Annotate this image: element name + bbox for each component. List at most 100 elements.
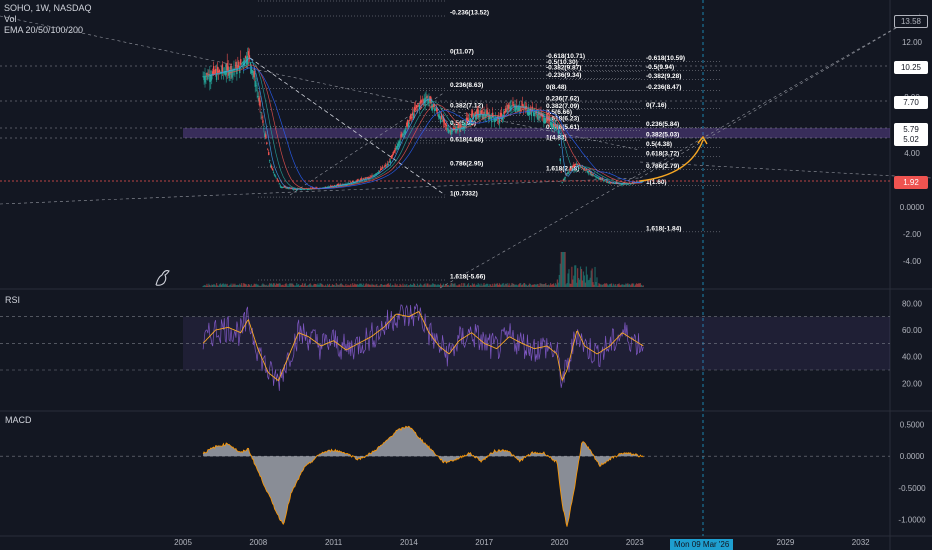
candle-body <box>379 170 381 172</box>
fib-level-label: 0.382(5.03) <box>646 131 679 138</box>
candle-body <box>265 134 267 139</box>
fib-level-label: -0.382(9.87) <box>546 65 581 72</box>
candle-body <box>212 66 215 74</box>
candle-body <box>268 160 271 162</box>
fib-level-label: 0(8.48) <box>546 84 567 91</box>
fib-level-label: 0.5(4.38) <box>646 141 672 148</box>
fib-level-label: -0.236(8.47) <box>646 84 681 91</box>
candle-body <box>583 168 586 170</box>
macd-title[interactable]: MACD <box>5 415 32 425</box>
candle-body <box>458 124 460 129</box>
candle-body <box>277 180 280 182</box>
candle-body <box>380 169 383 171</box>
target-zone <box>183 128 890 138</box>
candle-body <box>604 180 607 182</box>
candle-body <box>205 75 207 78</box>
candle-body <box>567 172 569 174</box>
trendline <box>639 161 932 179</box>
time-axis-tick: 2008 <box>249 538 267 547</box>
candle-body <box>278 183 281 185</box>
fib-level-label: 0.236(7.62) <box>546 96 579 103</box>
candle-body <box>251 70 254 74</box>
candle-body <box>260 111 262 113</box>
rsi-axis-tick: 80.00 <box>902 299 923 308</box>
macd-axis-tick: -0.5000 <box>898 484 926 493</box>
macd-axis-tick: -1.0000 <box>898 515 926 524</box>
chart-canvas[interactable]: -0.236(13.52)0(11.07)0.236(8.63)0.382(7.… <box>0 0 932 550</box>
fib-level-label: -0.618(10.59) <box>646 55 685 62</box>
volume-bar <box>642 285 644 287</box>
price-tag: 1.92 <box>894 175 928 189</box>
candle-body <box>230 65 232 70</box>
candle-body <box>474 111 477 114</box>
candle-body <box>568 171 570 173</box>
candle-body <box>261 116 263 118</box>
candle-body <box>477 109 479 115</box>
time-axis-tick: 2014 <box>400 538 418 547</box>
fib-level-label: 0.236(5.84) <box>646 121 679 128</box>
candle-body <box>206 72 208 76</box>
candle-body <box>409 114 412 120</box>
candle-body <box>421 101 423 103</box>
candle-body <box>416 105 419 107</box>
candle-body <box>558 144 561 146</box>
price-axis-tick: 0.0000 <box>900 203 925 212</box>
candle-body <box>339 183 341 185</box>
fib-level-label: 0.236(8.63) <box>450 82 483 89</box>
candle-body <box>410 117 413 119</box>
candle-body <box>257 95 259 98</box>
candle-body <box>247 51 250 56</box>
candle-body <box>221 64 224 72</box>
candle-body <box>263 128 265 130</box>
candle-body <box>387 164 390 165</box>
fib-level-label: -0.236(9.34) <box>546 72 581 79</box>
candle-body <box>467 119 470 121</box>
crosshair-date-label: Mon 09 Mar '26 <box>670 539 734 550</box>
candle-body <box>275 177 278 179</box>
candle-body <box>563 178 565 180</box>
volume-label[interactable]: Vol <box>4 14 92 25</box>
macd-axis-tick: 0.5000 <box>900 421 925 430</box>
ema-label[interactable]: EMA 20/50/100/200 <box>4 25 92 36</box>
price-tag: 10.25 <box>894 60 928 74</box>
candle-body <box>405 128 407 130</box>
candle-body <box>393 150 395 153</box>
candle-body <box>383 166 386 168</box>
fib-level-label: 1(0.7332) <box>450 191 478 198</box>
candle-body <box>481 109 483 115</box>
price-axis-tick: 4.00 <box>904 149 920 158</box>
fib-level-label: 0.618(4.68) <box>450 137 483 144</box>
price-tag: 5.02 <box>894 132 928 146</box>
time-axis-tick: 2032 <box>852 538 870 547</box>
time-axis-tick: 2023 <box>626 538 644 547</box>
price-axis-tick: 12.00 <box>902 38 923 47</box>
fib-level-label: 0.786(2.95) <box>450 161 483 168</box>
time-axis-tick: 2020 <box>551 538 569 547</box>
candle-body <box>391 154 393 157</box>
fib-level-label: -0.236(13.52) <box>450 10 489 17</box>
candle-body <box>513 104 515 106</box>
rsi-axis-tick: 60.00 <box>902 326 923 335</box>
candle-body <box>446 127 449 130</box>
candle-body <box>370 176 372 178</box>
candle-body <box>214 68 217 74</box>
candle-body <box>426 96 428 98</box>
symbol-label[interactable]: SOHO, 1W, NASDAQ <box>4 3 92 14</box>
fib-level-label: 0.618(6.23) <box>546 115 579 122</box>
candle-body <box>273 173 276 176</box>
trendline <box>289 91 446 196</box>
price-tag: 7.70 <box>894 95 928 109</box>
candle-body <box>562 180 564 181</box>
macd-axis-tick: 0.0000 <box>900 452 925 461</box>
price-axis-tick: -2.00 <box>903 230 922 239</box>
candle-body <box>382 167 385 169</box>
rsi-title[interactable]: RSI <box>5 295 20 305</box>
candle-body <box>255 85 257 87</box>
candle-body <box>270 166 273 169</box>
macd-histogram <box>203 426 644 527</box>
candle-body <box>389 160 392 163</box>
price-tag: 13.58 <box>894 14 928 28</box>
candle-body <box>271 168 274 170</box>
volume-bar <box>596 277 598 287</box>
candle-body <box>337 184 339 186</box>
